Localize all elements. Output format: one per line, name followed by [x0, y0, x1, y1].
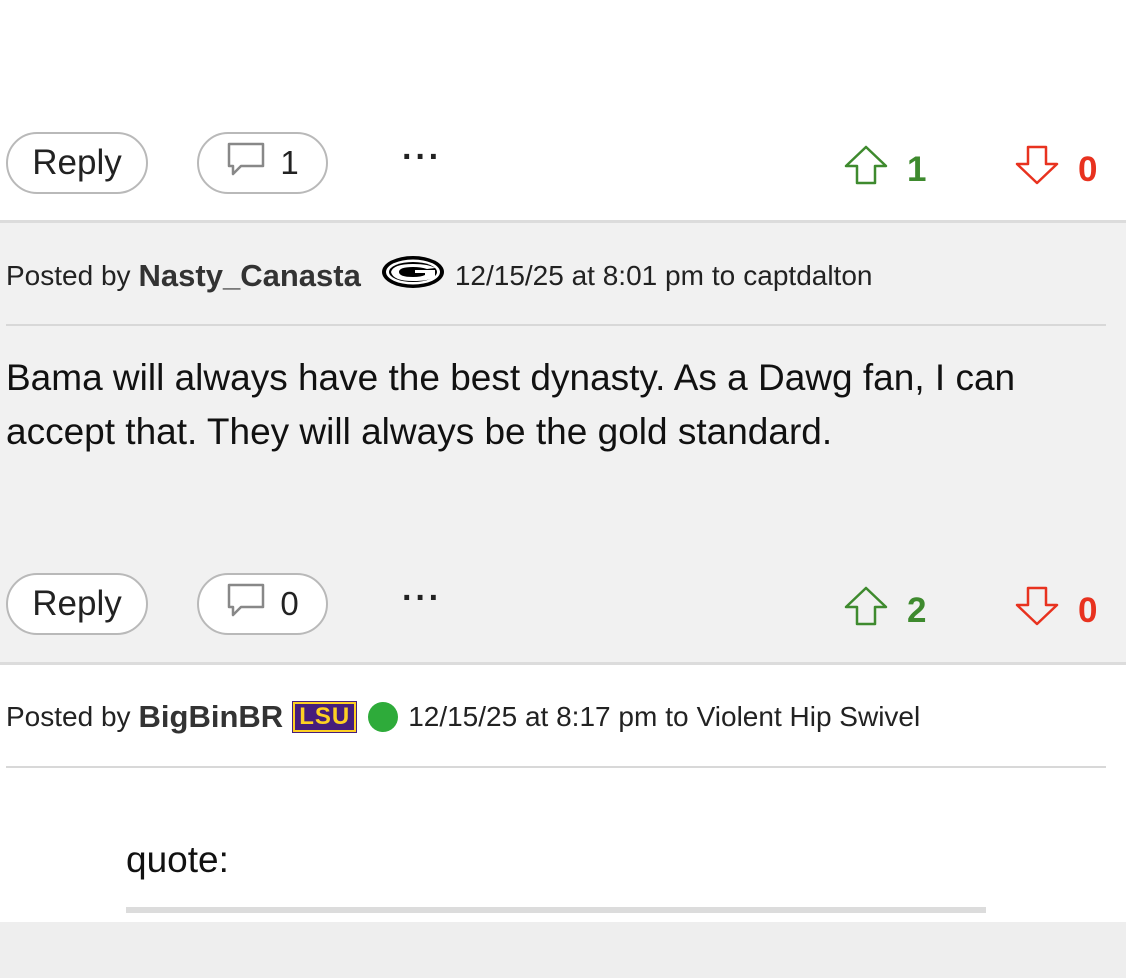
down-arrow-icon [1014, 144, 1060, 195]
author-link[interactable]: Nasty_Canasta [139, 258, 361, 294]
upvote-count: 1 [907, 149, 927, 189]
upvote-button[interactable]: 2 [843, 585, 926, 636]
header-divider [6, 766, 1106, 768]
action-bar: Reply 1 ··· 1 0 [0, 118, 1126, 208]
lsu-team-logo-icon: LSU [292, 701, 358, 733]
georgia-team-logo-icon [381, 255, 445, 296]
post-timestamp: 12/15/25 at 8:17 pm [408, 701, 658, 732]
post-header: Posted by Nasty_Canasta 12/15/25 at 8:01… [6, 255, 872, 296]
comment-icon [226, 581, 266, 627]
header-divider [6, 324, 1106, 326]
quote-label: quote: [126, 839, 229, 880]
posted-by-label: Posted by [6, 701, 131, 732]
online-status-icon [368, 702, 399, 732]
comments-button[interactable]: 1 [197, 132, 328, 194]
post-1-actions: Reply 1 ··· 1 0 [0, 118, 1126, 220]
reply-to-link[interactable]: Violent Hip Swivel [697, 701, 921, 733]
footer-strip [0, 922, 1126, 978]
upvote-button[interactable]: 1 [843, 144, 926, 195]
reply-button[interactable]: Reply [6, 573, 148, 635]
reply-to-link[interactable]: captdalton [743, 260, 872, 292]
post-3: Posted by BigBinBR LSU 12/15/25 at 8:17 … [0, 665, 1126, 922]
comment-icon [226, 140, 266, 186]
downvote-button[interactable]: 0 [1014, 585, 1097, 636]
more-options-button[interactable]: ··· [402, 579, 442, 618]
post-timestamp: 12/15/25 at 8:01 pm [454, 259, 704, 291]
up-arrow-icon [843, 585, 889, 636]
reply-button[interactable]: Reply [6, 132, 148, 194]
down-arrow-icon [1014, 585, 1060, 636]
post-2: Posted by Nasty_Canasta 12/15/25 at 8:01… [0, 223, 1126, 663]
downvote-count: 0 [1078, 590, 1098, 630]
post-header: Posted by BigBinBR LSU 12/15/25 at 8:17 … [6, 699, 920, 735]
author-link[interactable]: BigBinBR [139, 699, 284, 735]
comment-count: 1 [280, 144, 299, 181]
up-arrow-icon [843, 144, 889, 195]
posted-by-label: Posted by [6, 259, 131, 291]
comment-count: 0 [280, 585, 299, 622]
quote-box-top [126, 907, 986, 913]
to-label: to [665, 701, 689, 732]
comments-button[interactable]: 0 [197, 573, 328, 635]
downvote-button[interactable]: 0 [1014, 144, 1097, 195]
action-bar: Reply 0 ··· 2 0 [0, 573, 1126, 663]
to-label: to [711, 259, 736, 291]
downvote-count: 0 [1078, 149, 1098, 189]
post-body: Bama will always have the best dynasty. … [6, 357, 1016, 452]
upvote-count: 2 [907, 590, 927, 630]
more-options-button[interactable]: ··· [402, 138, 442, 177]
